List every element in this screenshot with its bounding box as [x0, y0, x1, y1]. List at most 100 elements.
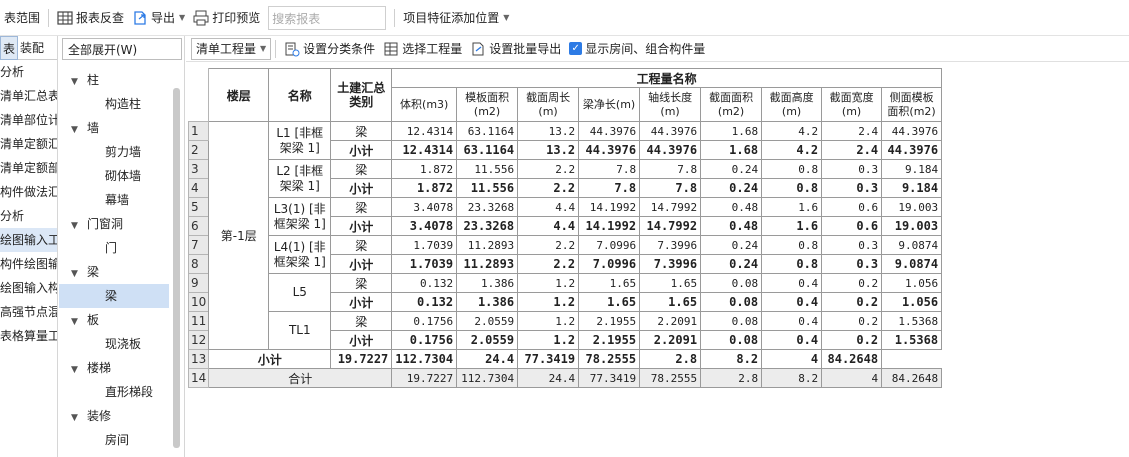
floor-subtotal-row[interactable]: 13 小计 19.7227 112.7304 24.4 77.3419 78.2555 2.8…	[187, 349, 942, 369]
category-cell[interactable]: 小计	[330, 292, 393, 312]
value-cell[interactable]: 63.1164	[456, 121, 519, 141]
value-cell[interactable]: 13.2	[517, 140, 580, 160]
value-cell[interactable]: 1.7039	[391, 235, 458, 255]
value-cell[interactable]: 0.08	[700, 330, 763, 350]
report-item[interactable]: 清单部位计	[0, 108, 57, 132]
row-number[interactable]: 14	[187, 368, 210, 388]
row-number[interactable]: 12	[187, 330, 210, 350]
header-quantity[interactable]: 模板面积(m2)	[456, 87, 519, 122]
value-cell[interactable]: 0.132	[391, 273, 458, 293]
tree-leaf[interactable]: 构造柱	[59, 92, 185, 116]
value-cell[interactable]: 1.2	[517, 330, 580, 350]
value-cell[interactable]: 11.556	[456, 178, 519, 198]
value-cell[interactable]: 12.4314	[391, 121, 458, 141]
header-quantity[interactable]: 梁净长(m)	[578, 87, 641, 122]
value-cell[interactable]: 2.2091	[639, 311, 702, 331]
header-quantity[interactable]: 截面宽度(m)	[821, 87, 883, 122]
value-cell[interactable]: 4	[821, 368, 883, 388]
value-cell[interactable]: 1.5368	[881, 330, 943, 350]
tree-leaf[interactable]: 门	[59, 236, 185, 260]
value-cell[interactable]: 4.2	[761, 140, 823, 160]
value-cell[interactable]: 1.5368	[881, 311, 943, 331]
row-number[interactable]: 5	[187, 197, 210, 217]
category-cell[interactable]: 小计	[330, 254, 393, 274]
report-item-selected[interactable]: 绘图输入工	[0, 228, 57, 252]
table-row[interactable]: 9 L5 梁 0.132 1.386 1.2 1.65 1.65 0.08 0.4 0.2 1.056	[187, 273, 943, 312]
tree-leaf[interactable]: 房间	[59, 428, 185, 452]
report-item[interactable]: 构件绘图输	[0, 252, 57, 276]
category-cell[interactable]: 小计	[330, 178, 393, 198]
report-item[interactable]: 高强节点混	[0, 300, 57, 324]
value-cell[interactable]: 0.8	[761, 178, 823, 198]
report-check-button[interactable]: 报表反查	[53, 0, 128, 36]
value-cell[interactable]: 24.4	[456, 349, 519, 369]
value-cell[interactable]: 44.3976	[639, 121, 702, 141]
value-cell[interactable]: 0.6	[821, 197, 883, 217]
value-cell[interactable]: 11.556	[456, 159, 519, 179]
value-cell[interactable]: 0.3	[821, 178, 883, 198]
value-cell[interactable]: 77.3419	[578, 368, 641, 388]
value-cell[interactable]: 0.3	[821, 159, 883, 179]
value-cell[interactable]: 0.4	[761, 311, 823, 331]
value-cell[interactable]: 63.1164	[456, 140, 519, 160]
value-cell[interactable]: 0.4	[761, 292, 823, 312]
row-number[interactable]: 8	[187, 254, 210, 274]
value-cell[interactable]: 19.7227	[391, 368, 458, 388]
value-cell[interactable]: 2.2	[517, 178, 580, 198]
component-name-cell[interactable]: L5	[268, 273, 332, 312]
print-preview-button[interactable]: 打印预览	[189, 0, 264, 36]
header-floor[interactable]: 楼层	[208, 68, 270, 122]
batch-export-button[interactable]: 设置批量导出	[466, 31, 565, 67]
tree-node-opening[interactable]: ▼ 门窗洞	[59, 212, 185, 236]
value-cell[interactable]: 14.7992	[639, 216, 702, 236]
search-input[interactable]: 搜索报表	[268, 5, 387, 30]
value-cell[interactable]: 1.6	[761, 216, 823, 236]
value-cell[interactable]: 2.2091	[639, 330, 702, 350]
tree-node-stair[interactable]: ▼ 楼梯	[59, 356, 185, 380]
value-cell[interactable]: 1.056	[881, 292, 943, 312]
report-item[interactable]: 清单定额部	[0, 156, 57, 180]
expand-all-dropdown[interactable]: 全部展开(W)	[62, 38, 182, 60]
category-cell[interactable]: 小计	[330, 330, 393, 350]
value-cell[interactable]: 8.2	[761, 368, 823, 388]
value-cell[interactable]: 1.68	[700, 121, 763, 141]
subtotal-label[interactable]: 小计	[208, 349, 332, 369]
value-cell[interactable]: 1.2	[517, 292, 580, 312]
tree-node-finish[interactable]: ▼ 装修	[59, 404, 185, 428]
category-cell[interactable]: 梁	[330, 273, 393, 293]
value-cell[interactable]: 0.08	[700, 311, 763, 331]
row-number[interactable]: 2	[187, 140, 210, 160]
value-cell[interactable]: 0.1756	[391, 330, 458, 350]
value-cell[interactable]: 1.6	[761, 197, 823, 217]
value-cell[interactable]: 8.2	[700, 349, 763, 369]
value-cell[interactable]: 44.3976	[881, 121, 943, 141]
value-cell[interactable]: 0.2	[821, 311, 883, 331]
value-cell[interactable]: 23.3268	[456, 216, 519, 236]
value-cell[interactable]: 2.2	[517, 254, 580, 274]
tab-assembly[interactable]: 装配	[18, 36, 46, 60]
report-item[interactable]: 表格算量工	[0, 324, 57, 348]
value-cell[interactable]: 0.4	[761, 330, 823, 350]
scrollbar[interactable]	[173, 88, 180, 448]
show-room-checkbox[interactable]: ✓ 显示房间、组合构件量	[565, 31, 709, 67]
category-cell[interactable]: 梁	[330, 311, 393, 331]
value-cell[interactable]: 0.08	[700, 292, 763, 312]
header-quantity[interactable]: 截面面积(m2)	[700, 87, 763, 122]
value-cell[interactable]: 0.24	[700, 159, 763, 179]
header-category[interactable]: 土建汇总类别	[330, 68, 393, 122]
category-cell[interactable]: 小计	[330, 140, 393, 160]
value-cell[interactable]: 112.7304	[456, 368, 519, 388]
header-quantity[interactable]: 截面高度(m)	[761, 87, 823, 122]
table-row[interactable]: 1 第-1层 L1 [非框架梁 1] 梁 12.4314 63.1164 13.2 44.39…	[187, 121, 943, 350]
report-item[interactable]: 构件做法汇	[0, 180, 57, 204]
value-cell[interactable]: 1.2	[517, 311, 580, 331]
value-cell[interactable]: 13.2	[517, 121, 580, 141]
floor-cell[interactable]: 第-1层	[208, 121, 270, 350]
value-cell[interactable]: 3.4078	[391, 197, 458, 217]
header-quantity[interactable]: 截面周长(m)	[517, 87, 580, 122]
value-cell[interactable]: 7.0996	[578, 235, 641, 255]
total-label[interactable]: 合计	[208, 368, 393, 388]
tree-leaf[interactable]: 现浇板	[59, 332, 185, 356]
value-cell[interactable]: 0.8	[761, 254, 823, 274]
value-cell[interactable]: 2.0559	[456, 330, 519, 350]
